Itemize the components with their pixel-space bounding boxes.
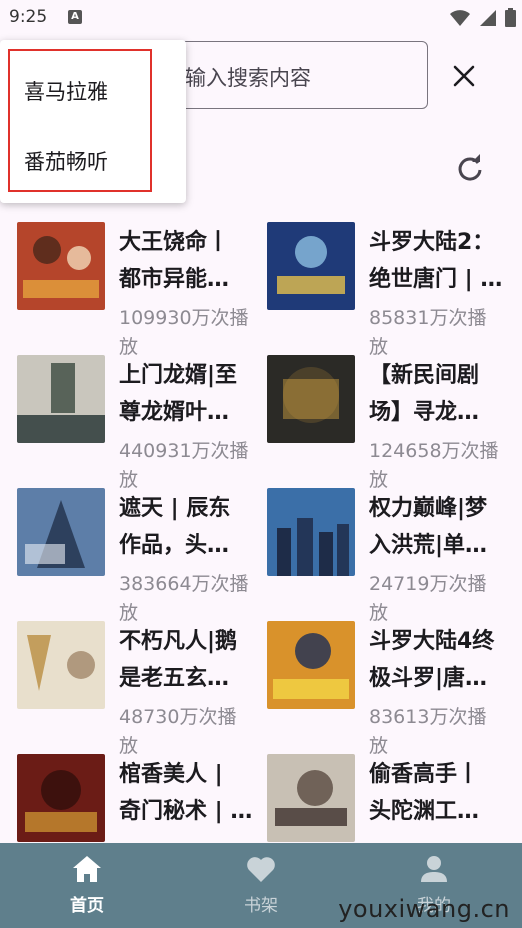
book-cover — [17, 222, 105, 310]
status-bar: 9:25 A — [0, 0, 522, 36]
nav-shelf[interactable]: 书架 — [211, 855, 311, 916]
book-title: 【新民间剧 场】寻龙… — [369, 363, 480, 425]
book-cover — [267, 488, 355, 576]
book-card[interactable]: 不朽凡人|鹅 是老五玄… 48730万次播放 — [17, 607, 267, 757]
person-icon — [421, 856, 447, 882]
search-placeholder: 输入搜索内容 — [185, 66, 311, 90]
book-card[interactable]: 斗罗大陆4终 极斗罗|唐… 83613万次播放 — [267, 607, 517, 757]
heart-icon — [247, 857, 275, 882]
notification-icon: A — [68, 10, 82, 24]
book-card[interactable]: 斗罗大陆2： 绝世唐门 | … 85831万次播放 — [267, 208, 517, 358]
watermark-text: youxiwang.cn — [338, 895, 510, 923]
nav-shelf-label: 书架 — [244, 896, 278, 916]
nav-home[interactable]: 首页 — [37, 855, 137, 916]
book-cover — [267, 621, 355, 709]
refresh-icon — [458, 154, 482, 181]
book-card[interactable]: 大王饶命丨 都市异能… 109930万次播放 — [17, 208, 267, 358]
book-card[interactable]: 【新民间剧 场】寻龙… 124658万次播放 — [267, 341, 517, 491]
close-button[interactable] — [446, 58, 482, 94]
book-title: 斗罗大陆2： 绝世唐门 | … — [369, 230, 503, 292]
book-cover — [17, 621, 105, 709]
wifi-icon — [450, 9, 470, 26]
book-cover — [267, 754, 355, 842]
book-card[interactable]: 上门龙婿|至 尊龙婿叶… 440931万次播放 — [17, 341, 267, 491]
signal-icon — [480, 9, 496, 26]
book-cover — [267, 355, 355, 443]
book-cover — [17, 355, 105, 443]
book-cover — [17, 488, 105, 576]
battery-icon — [505, 8, 516, 27]
book-title: 遮天 | 辰东 作品，头… — [119, 496, 231, 558]
book-title: 偷香高手丨 头陀渊工… — [369, 762, 480, 824]
nav-home-label: 首页 — [70, 896, 104, 916]
book-cover — [17, 754, 105, 842]
dropdown-item-fanqie[interactable]: 番茄畅听 — [24, 146, 108, 176]
status-icons — [449, 8, 516, 27]
book-card[interactable]: 遮天 | 辰东 作品，头… 383664万次播放 — [17, 474, 267, 624]
source-dropdown-menu: 喜马拉雅 番茄畅听 — [0, 40, 186, 203]
book-title: 大王饶命丨 都市异能… — [119, 230, 230, 292]
book-title: 上门龙婿|至 尊龙婿叶… — [119, 363, 238, 425]
book-card[interactable]: 权力巅峰|梦 入洪荒|单… 24719万次播放 — [267, 474, 517, 624]
dropdown-item-ximalaya[interactable]: 喜马拉雅 — [24, 76, 108, 106]
book-title: 不朽凡人|鹅 是老五玄… — [119, 629, 238, 691]
refresh-button[interactable] — [452, 150, 488, 186]
home-icon — [73, 856, 101, 882]
book-title: 棺香美人 | 奇门秘术 | … — [119, 762, 253, 824]
status-time: 9:25 — [9, 7, 48, 27]
close-icon — [453, 65, 475, 87]
book-cover — [267, 222, 355, 310]
book-title: 权力巅峰|梦 入洪荒|单… — [369, 496, 488, 558]
book-title: 斗罗大陆4终 极斗罗|唐… — [369, 629, 495, 691]
